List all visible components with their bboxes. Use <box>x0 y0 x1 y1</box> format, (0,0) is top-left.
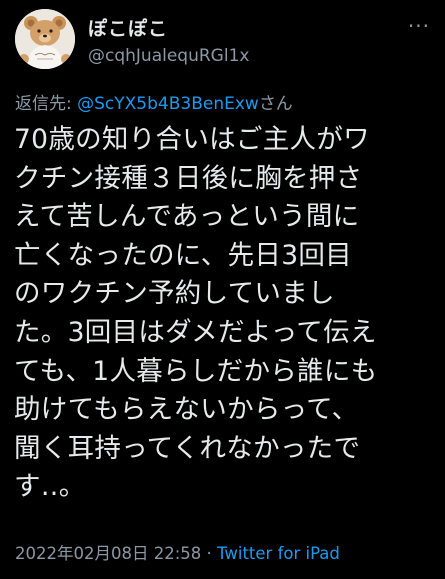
user-handle[interactable]: @cqhJualequRGl1x <box>88 46 249 66</box>
meta-separator: · <box>201 544 218 563</box>
reply-to-line: 返信先: @ScYX5b4B3BenExwさん <box>15 89 293 114</box>
tweet-line: す‥。 <box>14 471 86 503</box>
tweet-line: 70歳の知り合いはご主人がワ <box>14 124 370 155</box>
more-options-icon[interactable]: ··· <box>408 14 430 38</box>
avatar[interactable] <box>15 9 75 69</box>
tweet-line: た。3回目はダメだよって伝え <box>14 316 377 348</box>
tweet-text: 70歳の知り合いはご主人がワ クチン接種３日後に胸を押さ えて苦しんであっという間に… <box>14 121 439 507</box>
tweet-line: のワクチン予約していまし <box>14 278 335 310</box>
tweet-line: 亡くなったのに、先日3回目 <box>14 239 352 271</box>
tweet-meta: 2022年02月08日 22:58 · Twitter for iPad <box>15 540 340 564</box>
source-link[interactable]: Twitter for iPad <box>217 544 340 563</box>
timestamp[interactable]: 2022年02月08日 22:58 <box>15 544 201 563</box>
tweet-line: ても、1人暮らしだから誰にも <box>14 355 378 387</box>
display-name[interactable]: ぽこぽこ <box>88 14 168 41</box>
tweet-line: クチン接種３日後に胸を押さ <box>14 162 363 194</box>
tweet-line: 聞く耳持ってくれなかったで <box>14 432 361 464</box>
reply-suffix: さん <box>258 94 293 114</box>
teddy-bear-icon <box>15 9 75 69</box>
tweet-line: えて苦しんであっという間に <box>14 201 360 233</box>
reply-prefix: 返信先: <box>15 94 78 114</box>
tweet-line: 助けてもらえないからって、 <box>14 394 359 426</box>
reply-mention-link[interactable]: @ScYX5b4B3BenExw <box>77 94 259 114</box>
